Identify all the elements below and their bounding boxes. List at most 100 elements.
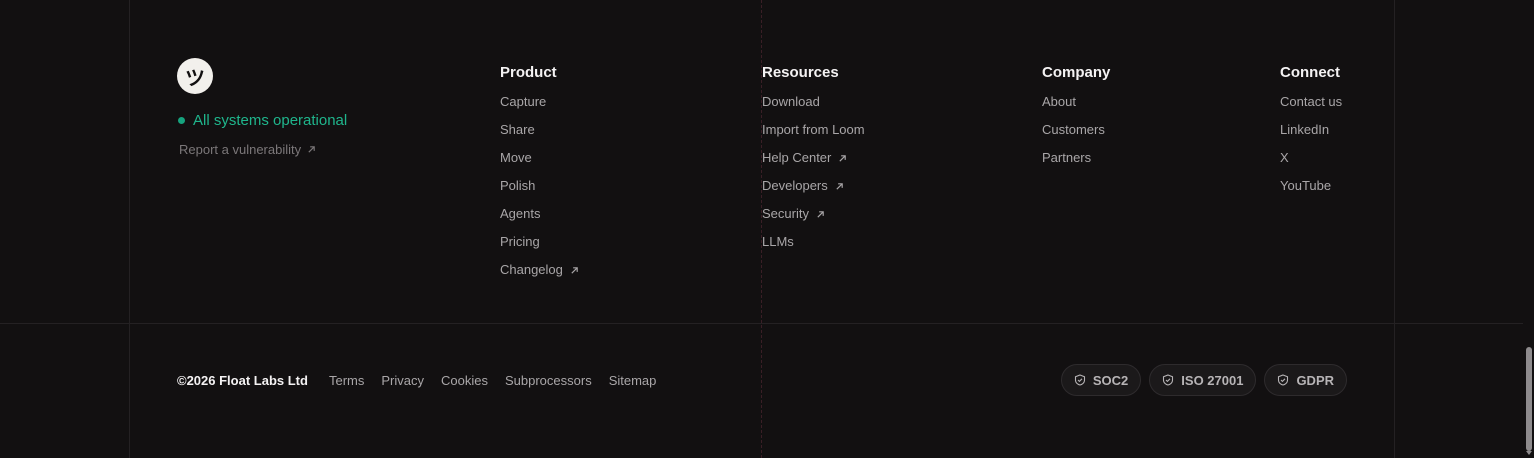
footer-link-label: X xyxy=(1280,150,1289,165)
list-item: Share xyxy=(500,121,579,149)
footer-link-pricing[interactable]: Pricing xyxy=(500,233,540,251)
arrow-up-right-icon xyxy=(836,182,843,190)
brand-logo[interactable]: ツ xyxy=(177,58,213,94)
footer-link-polish[interactable]: Polish xyxy=(500,177,535,195)
footer-link-label: LLMs xyxy=(762,234,794,249)
column-heading: Company xyxy=(1042,64,1111,81)
footer-link-contact-us[interactable]: Contact us xyxy=(1280,93,1342,111)
compliance-badges: SOC2 ISO 27001 GDPR xyxy=(1060,364,1347,396)
footer-link-move[interactable]: Move xyxy=(500,149,532,167)
shield-check-icon xyxy=(1278,374,1289,386)
footer-divider xyxy=(0,323,1523,324)
legal-link-subprocessors[interactable]: Subprocessors xyxy=(505,373,592,388)
badge-soc2[interactable]: SOC2 xyxy=(1060,364,1142,396)
legal-link-terms[interactable]: Terms xyxy=(329,373,364,388)
footer-link-partners[interactable]: Partners xyxy=(1042,149,1091,167)
footer-link-label: Changelog xyxy=(500,262,563,277)
right-border-line xyxy=(1394,0,1395,458)
footer-link-label: Security xyxy=(762,206,809,221)
footer-link-youtube[interactable]: YouTube xyxy=(1280,177,1331,195)
left-border-line xyxy=(129,0,130,458)
list-item: Contact us xyxy=(1280,93,1342,121)
footer-link-linkedin[interactable]: LinkedIn xyxy=(1280,121,1329,139)
footer-link-label: Agents xyxy=(500,206,541,221)
list-item: X xyxy=(1280,149,1342,177)
scroll-down-arrow-icon[interactable] xyxy=(1526,451,1532,455)
arrow-up-right-icon xyxy=(817,210,824,218)
list-item: Import from Loom xyxy=(762,121,865,149)
footer-link-label: Customers xyxy=(1042,122,1105,137)
report-vulnerability-link[interactable]: Report a vulnerability xyxy=(179,142,316,157)
system-status[interactable]: All systems operational xyxy=(178,112,347,129)
legal-link-privacy[interactable]: Privacy xyxy=(381,373,424,388)
footer-column-company: Company About Customers Partners xyxy=(1042,64,1110,177)
report-vulnerability-label: Report a vulnerability xyxy=(179,142,302,157)
badge-label: GDPR xyxy=(1296,372,1334,388)
footer-link-label: Developers xyxy=(762,178,828,193)
list-item: Move xyxy=(500,149,579,177)
footer-link-share[interactable]: Share xyxy=(500,121,535,139)
footer-link-label: Help Center xyxy=(762,150,832,165)
footer-link-x[interactable]: X xyxy=(1280,149,1289,167)
arrow-up-right-icon xyxy=(839,154,847,162)
list-item: Security xyxy=(762,205,865,233)
footer-link-agents[interactable]: Agents xyxy=(500,205,540,223)
list-item: Agents xyxy=(500,205,579,233)
footer-link-security[interactable]: Security xyxy=(762,205,825,223)
column-heading: Product xyxy=(500,64,557,81)
footer-link-customers[interactable]: Customers xyxy=(1042,121,1105,139)
footer-link-changelog[interactable]: Changelog xyxy=(500,261,579,279)
list-item: LinkedIn xyxy=(1280,121,1342,149)
footer-link-developers[interactable]: Developers xyxy=(762,177,844,195)
copyright-text: ©2026 Float Labs Ltd xyxy=(177,373,308,388)
list-item: Help Center xyxy=(762,149,865,177)
footer-link-capture[interactable]: Capture xyxy=(500,93,546,111)
footer-link-label: Move xyxy=(500,150,532,165)
badge-label: SOC2 xyxy=(1092,372,1129,388)
footer-column-product: Product Capture Share Move Polish Agents Prici… xyxy=(500,64,579,289)
footer-link-import-from-loom[interactable]: Import from Loom xyxy=(762,121,865,139)
footer-link-label: Polish xyxy=(500,178,536,193)
list-item: Capture xyxy=(500,93,579,121)
column-heading: Resources xyxy=(762,64,839,81)
footer-column-resources: Resources Download Import from Loom Help Ce… xyxy=(762,64,865,261)
status-dot-icon xyxy=(178,117,185,124)
list-item: Download xyxy=(762,93,865,121)
status-label: All systems operational xyxy=(193,112,348,129)
footer-link-label: Contact us xyxy=(1280,94,1343,109)
shield-check-icon xyxy=(1074,374,1085,386)
list-item: Partners xyxy=(1042,149,1110,177)
list-item: Developers xyxy=(762,177,865,205)
footer-link-label: YouTube xyxy=(1280,178,1332,193)
list-item: Changelog xyxy=(500,261,579,289)
legal-link-cookies[interactable]: Cookies xyxy=(441,373,488,388)
footer-column-connect: Connect Contact us LinkedIn X YouTube xyxy=(1280,64,1342,205)
scrollbar-thumb[interactable] xyxy=(1526,347,1532,451)
footer-link-label: Partners xyxy=(1042,150,1092,165)
list-item: Pricing xyxy=(500,233,579,261)
footer-link-label: LinkedIn xyxy=(1280,122,1330,137)
list-item: YouTube xyxy=(1280,177,1342,205)
legal-link-sitemap[interactable]: Sitemap xyxy=(609,373,657,388)
footer-link-about[interactable]: About xyxy=(1042,93,1076,111)
legal-links: Terms Privacy Cookies Subprocessors Sitemap xyxy=(329,373,656,388)
list-item: About xyxy=(1042,93,1110,121)
footer-link-label: About xyxy=(1042,94,1076,109)
column-heading: Connect xyxy=(1280,64,1340,81)
shield-check-icon xyxy=(1163,374,1174,386)
arrow-up-right-icon xyxy=(308,146,315,153)
footer-link-label: Capture xyxy=(500,94,547,109)
footer-link-label: Download xyxy=(762,94,820,109)
footer-link-label: Share xyxy=(500,122,535,137)
footer-link-label: Pricing xyxy=(500,234,540,249)
badge-iso-27001[interactable]: ISO 27001 xyxy=(1149,364,1257,396)
footer-link-llms[interactable]: LLMs xyxy=(762,233,794,251)
list-item: Customers xyxy=(1042,121,1110,149)
list-item: Polish xyxy=(500,177,579,205)
footer-link-download[interactable]: Download xyxy=(762,93,820,111)
footer-link-help-center[interactable]: Help Center xyxy=(762,149,847,167)
footer-link-label: Import from Loom xyxy=(762,122,865,137)
badge-gdpr[interactable]: GDPR xyxy=(1264,364,1347,396)
arrow-up-right-icon xyxy=(571,266,578,274)
list-item: LLMs xyxy=(762,233,865,261)
